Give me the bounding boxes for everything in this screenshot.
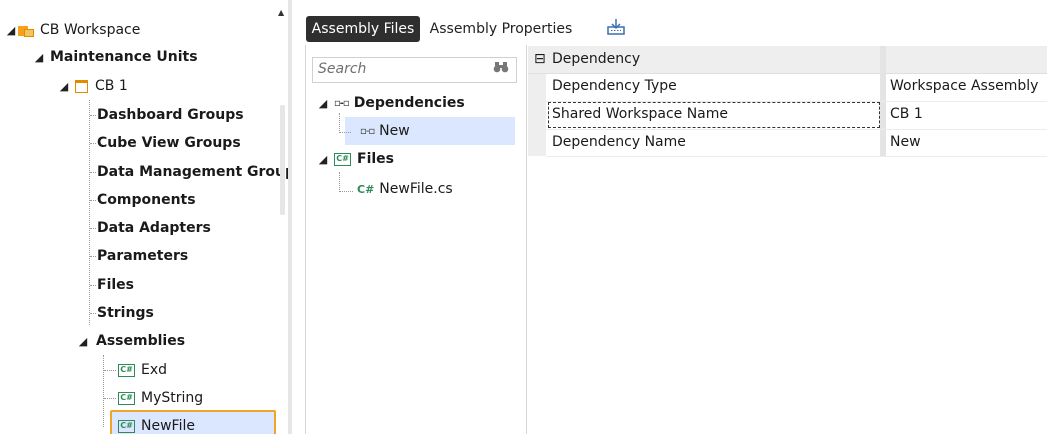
files-node-dependency-item[interactable]: ▫-▫ New: [360, 118, 410, 144]
dependency-icon: ▫-▫: [334, 97, 350, 109]
tree-node-group[interactable]: Data Management Group: [97, 159, 290, 185]
tree-node-label: NewFile.cs: [379, 181, 453, 197]
files-node-file-item[interactable]: C# NewFile.cs: [357, 176, 453, 202]
tree-node-label: New: [379, 123, 410, 139]
tree-node-group[interactable]: Strings: [97, 300, 154, 326]
property-name: Shared Workspace Name: [552, 106, 729, 122]
property-category-header[interactable]: ⊟ Dependency: [528, 46, 1047, 74]
property-row[interactable]: Dependency Type Workspace Assembly: [546, 74, 1047, 101]
property-value[interactable]: New: [890, 134, 921, 150]
expand-triangle-icon[interactable]: ◢: [316, 97, 330, 110]
tree-node-group[interactable]: Data Adapters: [97, 215, 211, 241]
files-node-files[interactable]: ◢ C# Files: [316, 146, 394, 172]
tree-node-assembly-selected[interactable]: C# NewFile: [118, 413, 195, 434]
workspace-folder-icon: [18, 23, 34, 37]
tree-node-label: CB 1: [95, 78, 128, 94]
tree-node-workspace[interactable]: ◢ CB Workspace: [4, 17, 141, 43]
csharp-file-icon: C#: [357, 182, 375, 196]
scroll-up-arrow-icon[interactable]: ▲: [278, 8, 284, 17]
property-value[interactable]: Workspace Assembly: [890, 78, 1038, 94]
tree-node-label: Files: [97, 277, 134, 293]
csharp-icon: C#: [118, 391, 135, 405]
tree-node-label: NewFile: [141, 418, 195, 434]
tree-node-label: CB Workspace: [40, 22, 141, 38]
pane-splitter[interactable]: [288, 0, 292, 434]
tree-connector: [103, 355, 104, 427]
search-placeholder: Search: [318, 61, 367, 77]
csharp-icon: C#: [118, 419, 135, 433]
tree-node-maintenance-units[interactable]: ◢ Maintenance Units: [32, 44, 198, 70]
csharp-icon: C#: [334, 152, 351, 166]
tree-connector: [89, 100, 90, 325]
workspace-tree: ◢ CB Workspace ◢ Maintenance Units ◢ CB …: [0, 0, 290, 434]
expand-triangle-icon[interactable]: ◢: [57, 80, 71, 93]
files-node-dependencies[interactable]: ◢ ▫-▫ Dependencies: [316, 90, 465, 116]
tree-node-label: Files: [357, 151, 394, 167]
property-name: Dependency Type: [552, 78, 677, 94]
tree-node-assembly[interactable]: C# MyString: [118, 385, 203, 411]
tree-node-label: Maintenance Units: [50, 49, 198, 65]
collapse-icon[interactable]: ⊟: [534, 51, 546, 67]
expand-triangle-icon[interactable]: ◢: [316, 153, 330, 166]
deploy-icon[interactable]: [606, 17, 626, 37]
property-row[interactable]: Shared Workspace Name CB 1: [546, 102, 1047, 129]
tab-assembly-files[interactable]: Assembly Files: [306, 16, 420, 42]
tree-node-label: Components: [97, 192, 196, 208]
property-grid-margin: [528, 74, 546, 156]
dependency-icon: ▫-▫: [360, 125, 375, 137]
binoculars-icon[interactable]: [493, 60, 509, 78]
property-row[interactable]: Dependency Name New: [546, 130, 1047, 157]
tree-node-label: MyString: [141, 390, 204, 406]
tree-node-group[interactable]: Parameters: [97, 243, 188, 269]
tree-scrollbar-thumb[interactable]: [280, 105, 285, 215]
tree-node-unit[interactable]: ◢ CB 1: [57, 73, 128, 99]
tree-node-label: Data Management Group: [97, 164, 290, 180]
unit-icon: [75, 79, 88, 93]
property-value[interactable]: CB 1: [890, 106, 923, 122]
property-name: Dependency Name: [552, 134, 686, 150]
csharp-icon: C#: [118, 363, 135, 377]
tree-node-label: Data Adapters: [97, 220, 211, 236]
tree-node-group[interactable]: Files: [97, 272, 134, 298]
tree-node-label: Cube View Groups: [97, 135, 241, 151]
tree-node-assembly[interactable]: C# Exd: [118, 357, 167, 383]
tree-node-label: Strings: [97, 305, 154, 321]
expand-triangle-icon[interactable]: ◢: [4, 24, 18, 37]
tab-assembly-properties[interactable]: Assembly Properties: [422, 16, 580, 42]
expand-triangle-icon[interactable]: ◢: [76, 335, 90, 348]
tree-node-label: Assemblies: [96, 333, 186, 349]
tree-node-label: Parameters: [97, 248, 189, 264]
tree-node-group[interactable]: Dashboard Groups: [97, 102, 244, 128]
tree-node-label: Exd: [141, 362, 168, 378]
tree-node-label: Dashboard Groups: [97, 107, 244, 123]
tree-node-group[interactable]: Cube View Groups: [97, 130, 241, 156]
property-category-label: Dependency: [552, 51, 641, 67]
expand-triangle-icon[interactable]: ◢: [32, 51, 46, 64]
tree-node-assemblies[interactable]: ◢ Assemblies: [76, 328, 185, 354]
tree-node-label: Dependencies: [353, 95, 465, 111]
tree-node-group[interactable]: Components: [97, 187, 196, 213]
